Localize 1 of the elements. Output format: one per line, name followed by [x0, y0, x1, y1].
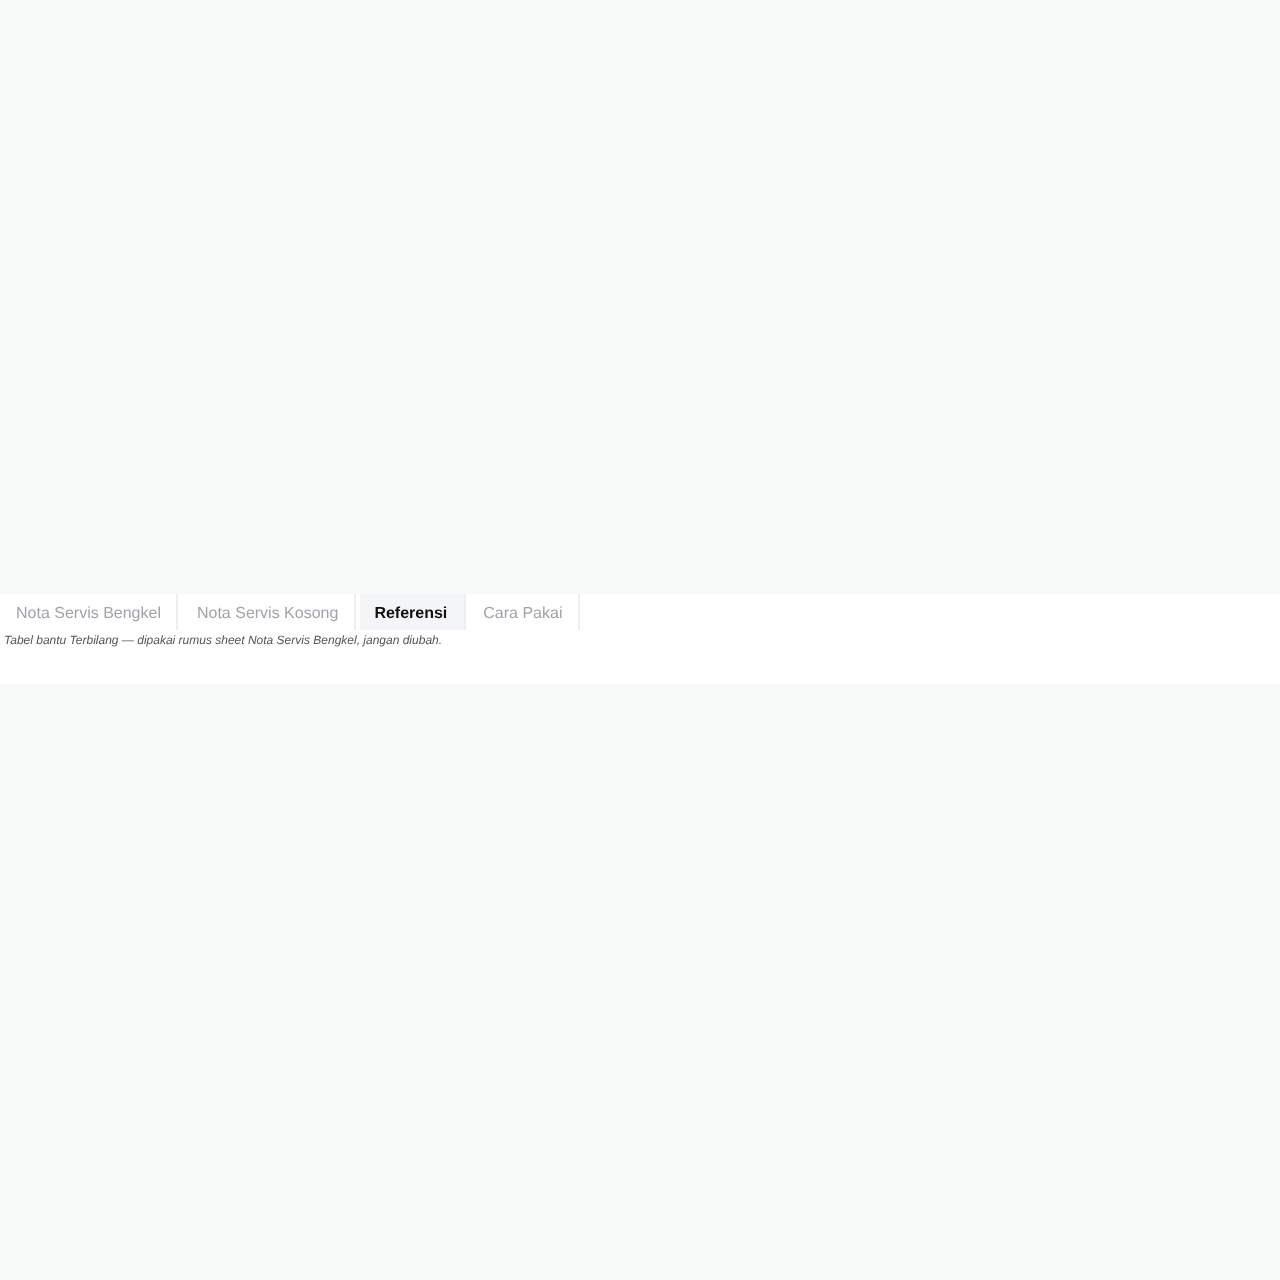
- sheet-tab[interactable]: Referensi: [360, 594, 466, 630]
